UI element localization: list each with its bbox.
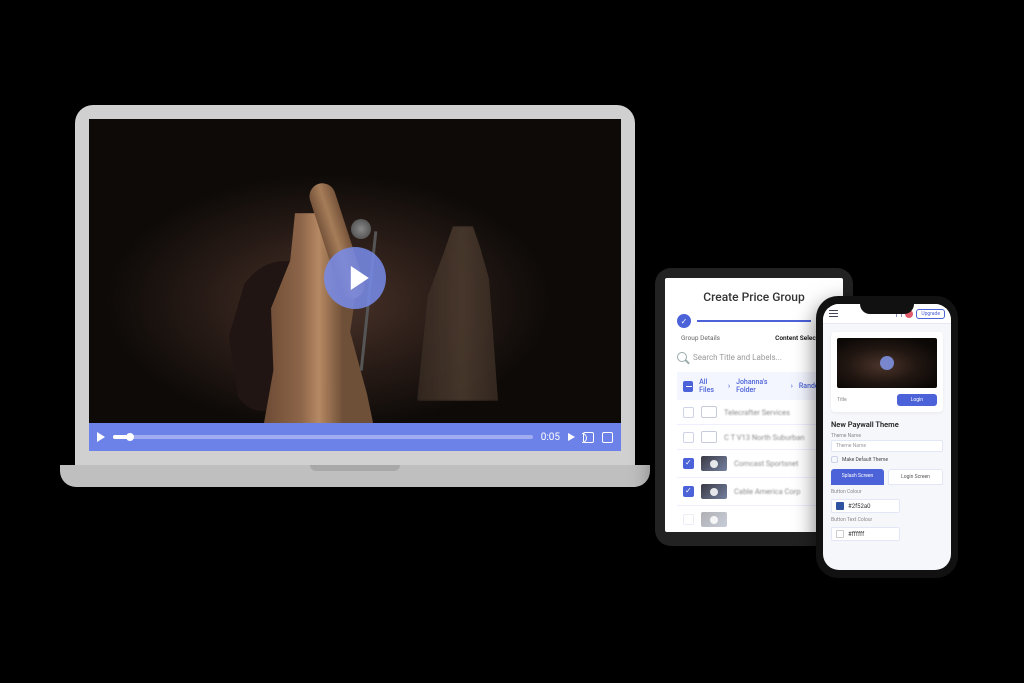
step-1-label: Group Details [681, 334, 720, 342]
login-button[interactable]: Login [897, 394, 937, 406]
player-controls: 0:05 [89, 423, 621, 451]
progress-track[interactable] [113, 435, 533, 439]
search-placeholder: Search Title and Labels... [693, 353, 782, 362]
row-label: Telecrafter Services [724, 408, 790, 417]
play-icon[interactable] [97, 432, 105, 442]
step-labels: Group Details Content Selection [677, 334, 831, 342]
list-item[interactable]: Cable America Corp [677, 478, 831, 506]
row-checkbox[interactable] [683, 514, 694, 525]
phone-device: Upgrade Title Login New Paywall Theme Th… [816, 296, 958, 578]
preview-thumbnail[interactable] [837, 338, 937, 388]
row-checkbox[interactable] [683, 486, 694, 497]
preview-title: Title [837, 397, 847, 403]
folder-icon [701, 431, 717, 443]
button-text-colour-label: Button Text Colour [831, 517, 943, 523]
breadcrumb-sep: › [728, 382, 730, 390]
menu-icon[interactable] [829, 310, 838, 317]
volume-icon[interactable] [568, 433, 575, 441]
row-checkbox[interactable] [683, 432, 694, 443]
list-item[interactable]: C T V13 North Suburban [677, 425, 831, 450]
microphone-icon [351, 219, 371, 239]
colour-swatch-icon [836, 530, 844, 538]
list-item[interactable]: Comcast Sportsnet [677, 450, 831, 478]
make-default-checkbox[interactable] [831, 456, 838, 463]
breadcrumb-folder[interactable]: Johanna's Folder [736, 378, 785, 394]
breadcrumb-sep: › [791, 382, 793, 390]
select-all-checkbox[interactable] [683, 381, 693, 392]
tab-splash-screen[interactable]: Splash Screen [831, 469, 884, 485]
tab-login-screen[interactable]: Login Screen [888, 469, 943, 485]
player-time: 0:05 [541, 432, 560, 443]
row-label: Comcast Sportsnet [734, 459, 799, 468]
row-checkbox[interactable] [683, 407, 694, 418]
button-colour-input[interactable]: #2f52a0 [831, 499, 943, 513]
phone-screen: Upgrade Title Login New Paywall Theme Th… [823, 304, 951, 570]
breadcrumb-root[interactable]: All Files [699, 378, 722, 394]
theme-name-input[interactable]: Theme Name [831, 440, 943, 452]
laptop-base [60, 465, 650, 487]
colour-swatch-icon [836, 502, 844, 510]
stepper: 2 [677, 314, 831, 328]
search-input[interactable]: Search Title and Labels... [677, 352, 831, 362]
button-text-colour-input[interactable]: #ffffff [831, 527, 943, 541]
make-default-row[interactable]: Make Default Theme [831, 456, 943, 463]
video-player: 0:05 [89, 119, 621, 451]
guitarist-figure [417, 226, 507, 401]
video-thumbnail-icon [701, 484, 727, 499]
section-title: New Paywall Theme [831, 420, 943, 429]
play-button[interactable] [324, 247, 386, 309]
step-connector [697, 320, 811, 322]
preview-card: Title Login [831, 332, 943, 412]
button-colour-value: #2f52a0 [848, 503, 871, 510]
list-item[interactable] [677, 506, 831, 532]
phone-notch [860, 302, 914, 314]
make-default-label: Make Default Theme [842, 457, 888, 463]
step-1-dot[interactable] [677, 314, 691, 328]
row-label: Cable America Corp [734, 487, 800, 496]
video-thumbnail-icon [701, 456, 727, 471]
upgrade-button[interactable]: Upgrade [916, 309, 945, 319]
laptop-device: 0:05 [60, 105, 650, 505]
search-icon [677, 352, 687, 362]
theme-name-label: Theme Name [831, 433, 943, 439]
screen-tabs: Splash Screen Login Screen [831, 469, 943, 485]
row-checkbox[interactable] [683, 458, 694, 469]
button-colour-label: Button Colour [831, 489, 943, 495]
fullscreen-icon[interactable] [602, 432, 613, 443]
video-thumbnail-icon [701, 512, 727, 527]
progress-fill [113, 435, 130, 439]
laptop-lid: 0:05 [75, 105, 635, 465]
button-text-colour-value: #ffffff [848, 531, 864, 538]
breadcrumb: All Files › Johanna's Folder › Random [677, 372, 831, 400]
row-label: C T V13 North Suburban [724, 433, 805, 442]
theme-name-placeholder: Theme Name [836, 443, 866, 449]
list-item[interactable]: Telecrafter Services [677, 400, 831, 425]
page-title: Create Price Group [677, 290, 831, 304]
folder-icon [701, 406, 717, 418]
